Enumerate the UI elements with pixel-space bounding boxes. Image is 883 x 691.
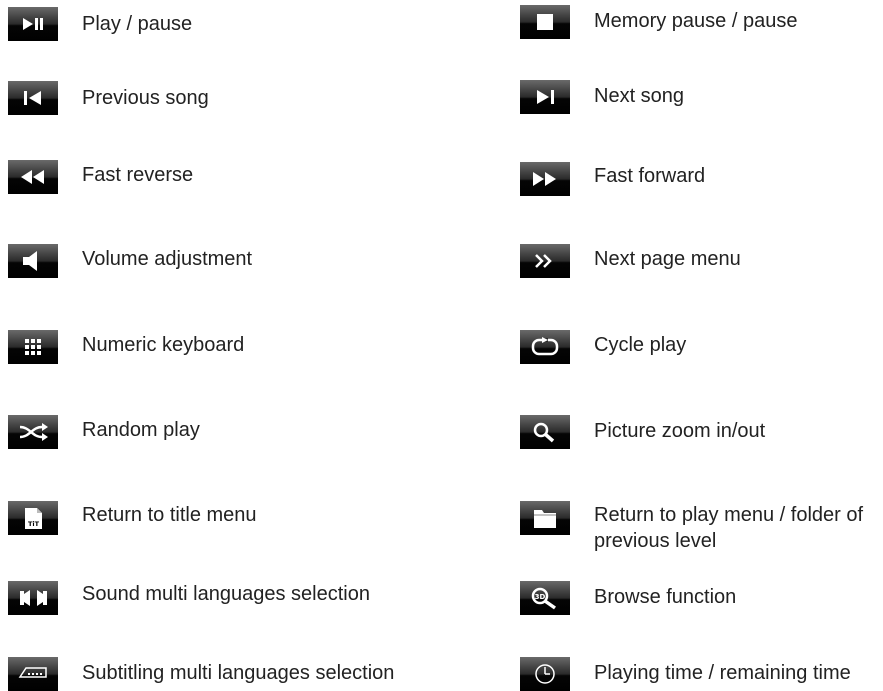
volume-icon [8,244,58,278]
legend-label: Fast forward [594,165,706,187]
legend-label: Memory pause / pause [594,10,798,32]
legend-label: Subtitling multi languages selection [82,662,395,684]
audio-language-icon [8,581,58,615]
legend-label: Play / pause [82,13,193,35]
folder-icon [520,501,570,535]
legend-label: Previous song [82,87,209,109]
legend-label: Browse function [594,586,737,608]
zoom-icon [520,415,570,449]
legend-label: Random play [82,419,200,441]
legend-label: Volume adjustment [82,248,253,270]
browse-icon: 3D [520,581,570,615]
cycle-play-icon [520,330,570,364]
legend-label: Return to play menu / folder of previous… [594,504,864,552]
fast-forward-icon [520,162,570,196]
subtitle-language-icon [8,657,58,691]
legend-label: Fast reverse [82,164,194,186]
previous-song-icon [8,81,58,115]
svg-text:TiT: TiT [28,520,40,528]
next-page-icon [520,244,570,278]
legend-label: Sound multi languages selection [82,583,370,605]
play-pause-icon [8,7,58,41]
legend-label: Playing time / remaining time [594,662,851,684]
svg-text:3D: 3D [535,593,546,601]
numeric-keyboard-icon [8,330,58,364]
playing-time-icon [520,657,570,691]
legend-label: Next song [594,85,685,107]
legend-label: Picture zoom in/out [594,420,766,442]
title-menu-icon: TiT [8,501,58,535]
legend-label: Next page menu [594,248,741,270]
legend-label: Cycle play [594,334,687,356]
fast-reverse-icon [8,160,58,194]
legend-label: Numeric keyboard [82,334,245,356]
random-play-icon [8,415,58,449]
stop-icon [520,5,570,39]
next-song-icon [520,80,570,114]
legend-label: Return to title menu [82,504,257,526]
